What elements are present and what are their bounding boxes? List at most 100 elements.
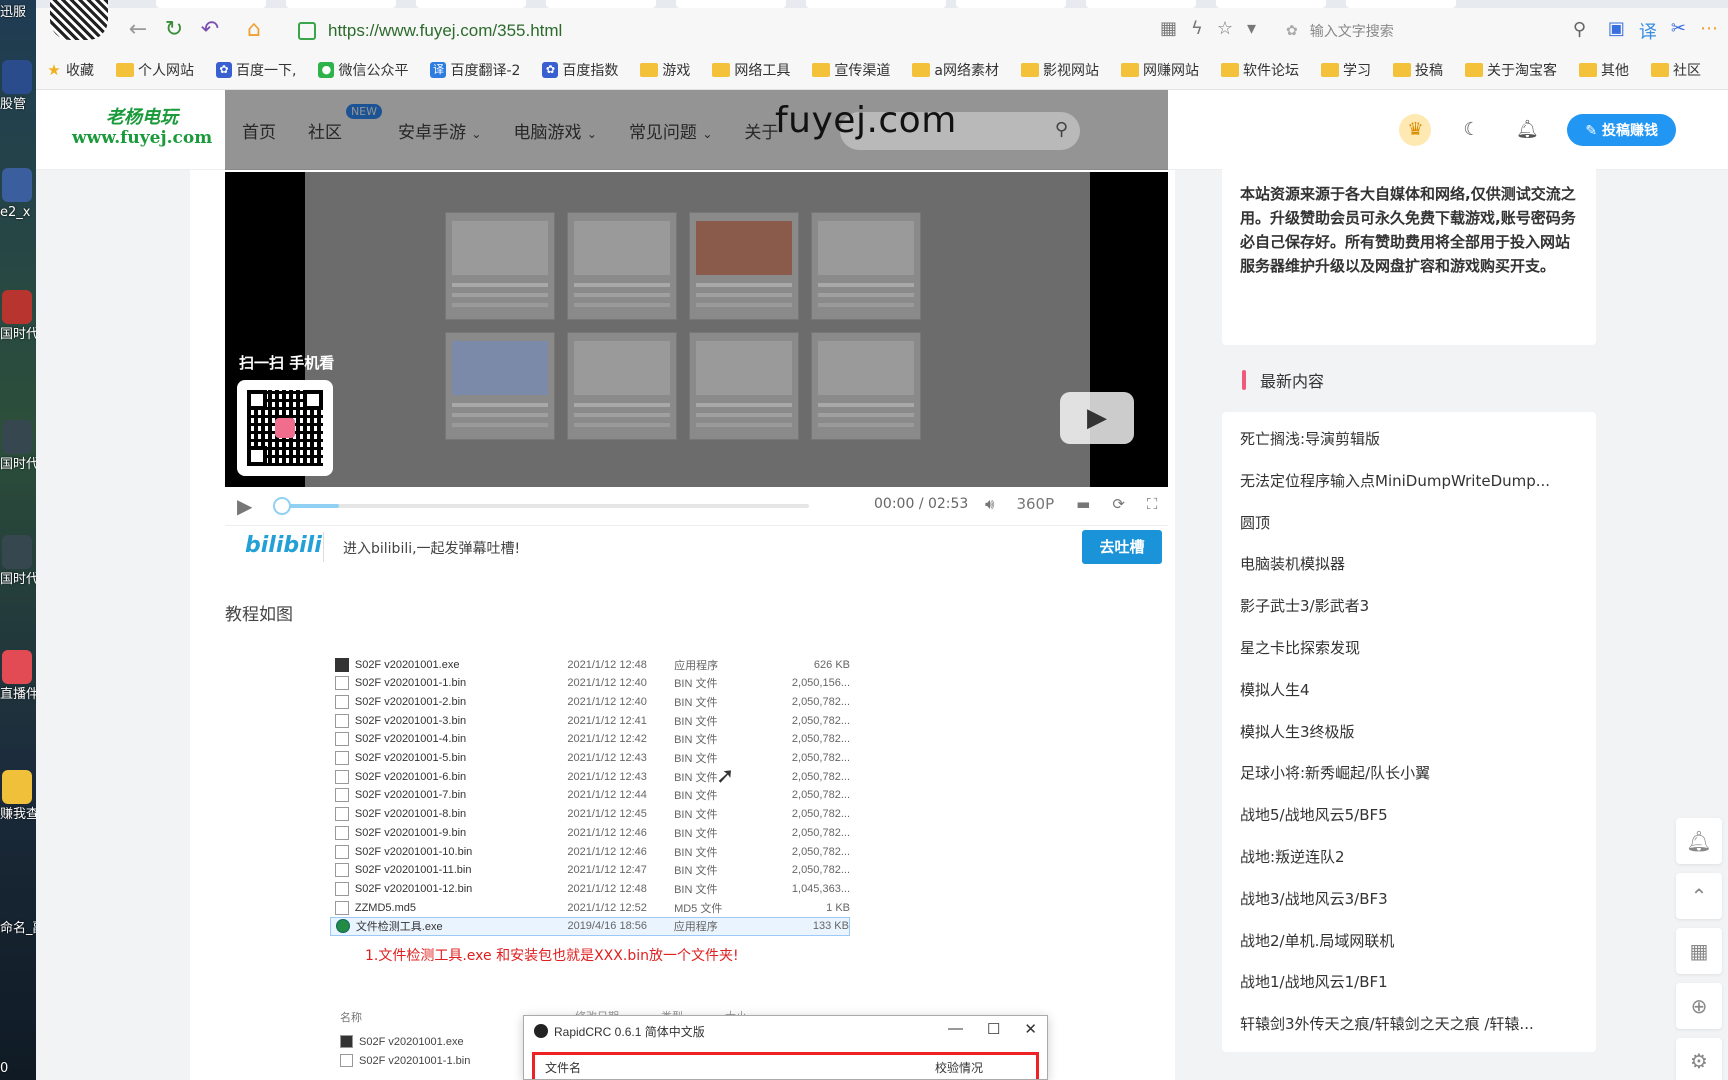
loop-icon[interactable]: ⟳	[1112, 495, 1125, 513]
latest-item[interactable]: 星之卡比探索发现	[1240, 637, 1580, 658]
latest-item[interactable]: 战地5/战地风云5/BF5	[1240, 804, 1580, 825]
notice-card: 本站资源来源于各大自媒体和网络,仅供测试交流之用。升级赞助会员可永久免费下载游戏…	[1222, 160, 1596, 345]
latest-item[interactable]: 圆顶	[1240, 512, 1580, 533]
translate-icon[interactable]: 译	[1639, 18, 1657, 44]
latest-item[interactable]: 战地3/战地风云3/BF3	[1240, 888, 1580, 909]
bookmark-folder[interactable]: 影视网站	[1021, 60, 1099, 80]
address-bar[interactable]: https://www.fuyej.com/355.html	[298, 16, 1163, 46]
file-date: 2021/1/12 12:45	[567, 808, 647, 821]
browser-search-box[interactable]: ✿ 输入文字搜索 ⚲	[1286, 16, 1586, 46]
moon-icon[interactable]: ☾	[1455, 114, 1487, 146]
bookmark-link[interactable]: ● 微信公众平	[318, 60, 408, 80]
latest-item[interactable]: 战地1/战地风云1/BF1	[1240, 971, 1580, 992]
browser-tab[interactable]	[676, 0, 786, 8]
latest-item[interactable]: 电脑装机模拟器	[1240, 553, 1580, 574]
file-size: 133 KB	[812, 920, 849, 933]
bookmark-folder[interactable]: 宣传渠道	[812, 60, 890, 80]
bookmarks-bar: ★ 收藏 个人网站 ✿ 百度一下, ● 微信公众平 译百度翻译-2 ✿ 百度指数 游戏 …	[46, 54, 1728, 86]
bookmark-folder[interactable]: 游戏	[640, 60, 690, 80]
bell-icon[interactable]: 🔔︎	[1511, 114, 1543, 146]
extension-icon[interactable]: ▣	[1608, 18, 1625, 44]
play-overlay-icon[interactable]: ▶	[1060, 392, 1134, 444]
browser-tab[interactable]	[156, 0, 266, 8]
latest-item[interactable]: 模拟人生4	[1240, 679, 1580, 700]
home-icon[interactable]: ⌂	[240, 16, 268, 44]
qr-code-icon[interactable]: ▦	[1160, 18, 1177, 39]
bookmark-folder[interactable]: 关于淘宝客	[1465, 60, 1557, 80]
back-to-top-icon[interactable]: ⌃	[1676, 873, 1722, 919]
submit-earn-button[interactable]: ✎ 投稿赚钱	[1567, 114, 1676, 146]
desktop-icon[interactable]: 0	[0, 1060, 36, 1077]
browser-tab[interactable]	[1216, 0, 1326, 8]
bookmark-link[interactable]: ✿ 百度一下,	[216, 60, 296, 80]
latest-item[interactable]: 战地2/单机.局域网联机	[1240, 930, 1580, 951]
desktop-icon[interactable]: 国时代 复兴旗	[0, 535, 36, 588]
latest-item[interactable]: 足球小将:新秀崛起/队长小翼	[1240, 762, 1580, 783]
translate-icon: 译	[430, 62, 447, 78]
browser-tab[interactable]	[1346, 0, 1456, 8]
desktop-icon[interactable]: 迅服	[0, 4, 36, 21]
danmaku-icon[interactable]: ▬	[1076, 495, 1090, 513]
chevron-down-icon[interactable]: ▾	[1247, 18, 1256, 39]
bookmark-folder[interactable]: 软件论坛	[1221, 60, 1299, 80]
qr-code-icon[interactable]: ▦	[1676, 928, 1722, 974]
browser-tab[interactable]	[546, 0, 656, 8]
search-icon[interactable]: ⚲	[1573, 19, 1586, 40]
desktop-icon[interactable]: 直播伴	[0, 650, 36, 703]
bookmark-link[interactable]: 译百度翻译-2	[430, 60, 520, 80]
volume-icon[interactable]: 🔊︎	[985, 495, 994, 513]
time-display: 00:00 / 02:53	[874, 496, 969, 512]
latest-item[interactable]: 影子武士3/影武者3	[1240, 595, 1580, 616]
latest-item[interactable]: 死亡搁浅:导演剪辑版	[1240, 428, 1580, 449]
progress-handle[interactable]	[273, 497, 291, 515]
refresh-icon[interactable]: ↻	[160, 16, 188, 44]
latest-item[interactable]: 战地:叛逆连队2	[1240, 846, 1580, 867]
desktop-icon[interactable]: 赚我查	[0, 770, 36, 823]
undo-icon[interactable]: ↶	[196, 16, 224, 44]
latest-item[interactable]: 模拟人生3终极版	[1240, 721, 1580, 742]
vip-icon[interactable]: ♛	[1399, 114, 1432, 146]
gear-icon[interactable]: ⚙	[1676, 1038, 1722, 1080]
desktop-icon[interactable]: 股管	[0, 60, 36, 113]
menu-icon[interactable]: ⋯	[1700, 18, 1718, 44]
bookmark-favorites[interactable]: ★ 收藏	[46, 60, 94, 80]
play-icon[interactable]: ▶	[237, 494, 252, 518]
browser-tab[interactable]	[1086, 0, 1196, 8]
lightning-icon[interactable]: ϟ	[1191, 18, 1203, 39]
progress-bar[interactable]	[273, 497, 809, 515]
bookmark-folder[interactable]: 网络工具	[712, 60, 790, 80]
latest-item[interactable]: 无法定位程序输入点MiniDumpWriteDump...	[1240, 470, 1580, 491]
bookmark-folder[interactable]: 投稿	[1393, 60, 1443, 80]
bookmark-folder[interactable]: 学习	[1321, 60, 1371, 80]
desktop-icon[interactable]: 国时代 复兴篇	[0, 420, 36, 473]
bilibili-logo[interactable]: bilibili	[245, 533, 322, 558]
bookmark-folder[interactable]: 个人网站	[116, 60, 194, 80]
site-logo[interactable]: 老杨电玩 www.fuyej.com	[72, 108, 212, 149]
browser-tab[interactable]	[286, 0, 396, 8]
back-icon[interactable]: ←	[124, 16, 152, 44]
scissors-icon[interactable]: ✂	[1671, 18, 1686, 44]
file-name: S02F v20201001-3.bin	[354, 714, 467, 727]
bookmark-link[interactable]: ✿ 百度指数	[542, 60, 618, 80]
star-icon[interactable]: ☆	[1217, 18, 1233, 39]
notification-icon[interactable]: 🔔︎	[1676, 818, 1722, 864]
file-icon	[335, 863, 349, 878]
desktop-icon[interactable]: e2_x	[0, 168, 36, 221]
latest-item[interactable]: 轩辕剑3外传天之痕/轩辕剑之天之痕 /轩辕...	[1240, 1013, 1580, 1034]
danmaku-button[interactable]: 去吐槽	[1082, 530, 1162, 564]
bookmark-folder[interactable]: 社区	[1651, 60, 1701, 80]
browser-tab-active[interactable]	[806, 0, 946, 8]
bookmark-folder[interactable]: 网赚网站	[1121, 60, 1199, 80]
video-player[interactable]: 扫一扫 手机看 ▶	[225, 172, 1168, 487]
bookmark-folder[interactable]: a网络素材	[912, 60, 999, 80]
bookmark-folder[interactable]: 其他	[1579, 60, 1629, 80]
search-icon[interactable]: ⚲	[1055, 119, 1068, 140]
browser-tab[interactable]	[416, 0, 526, 8]
desktop-icon[interactable]: 国时代 中文版	[0, 290, 36, 343]
add-icon[interactable]: ⊕	[1676, 983, 1722, 1029]
fullscreen-icon[interactable]: ⛶	[1147, 495, 1158, 513]
quality-selector[interactable]: 360P	[1016, 495, 1054, 513]
desktop-icon[interactable]: 命名_副本.j	[0, 920, 36, 937]
file-date: 2021/1/12 12:43	[567, 752, 647, 764]
browser-tab[interactable]	[956, 0, 1066, 8]
